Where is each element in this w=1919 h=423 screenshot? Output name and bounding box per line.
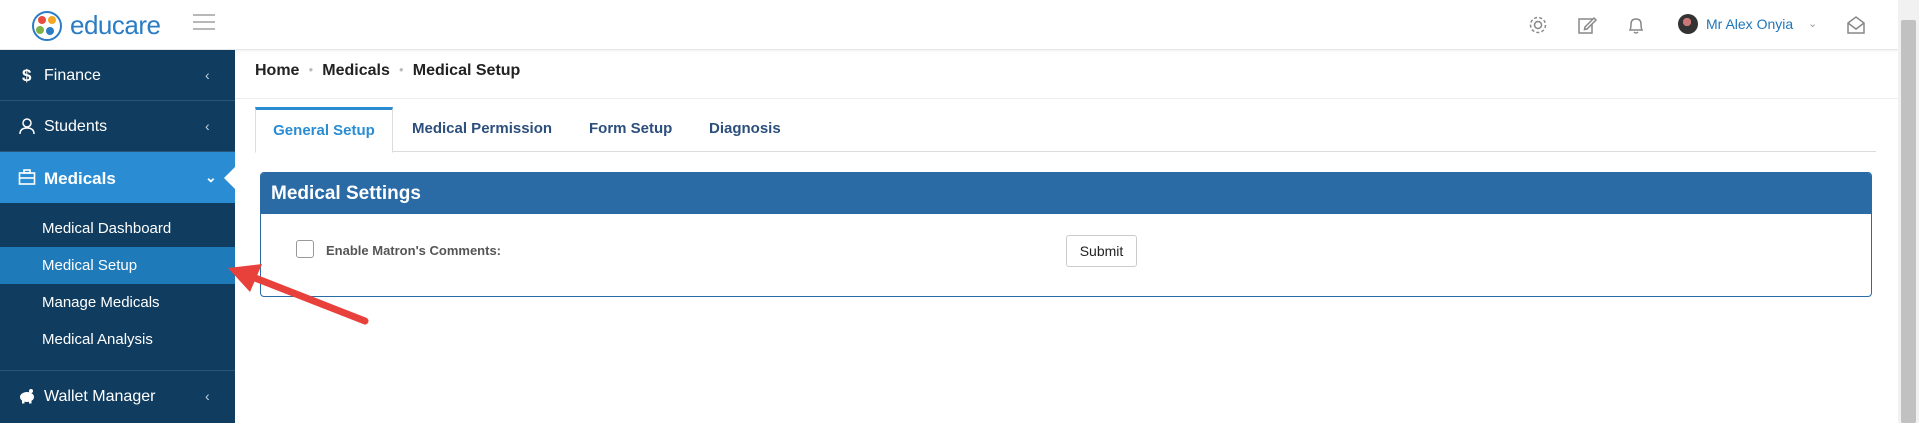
sidebar-item-label: Finance [44, 67, 101, 84]
breadcrumb-separator-icon: ● [308, 65, 314, 74]
edit-icon[interactable] [1576, 14, 1598, 36]
breadcrumb-home[interactable]: Home [255, 62, 299, 79]
sidebar-item-finance[interactable]: $ Finance ‹ [0, 50, 235, 101]
tab-form-setup[interactable]: Form Setup [589, 107, 672, 152]
briefcase-icon [18, 169, 36, 185]
sidebar-item-label: Students [44, 118, 108, 135]
top-header: educare Mr Alex Onyia ⌄ [0, 0, 1898, 50]
svg-text:$: $ [22, 66, 32, 84]
tab-diagnosis[interactable]: Diagnosis [709, 107, 781, 152]
chevron-left-icon: ‹ [205, 118, 210, 134]
breadcrumb-divider [235, 98, 1898, 99]
sidebar-subitem-medical-setup[interactable]: Medical Setup [0, 247, 235, 284]
page-scrollbar[interactable] [1898, 0, 1919, 423]
sidebar-item-medicals[interactable]: Medicals ⌄ [0, 152, 235, 203]
chevron-down-icon: ⌄ [205, 169, 217, 185]
piggy-bank-icon [20, 389, 34, 404]
tab-bar: General Setup Medical Permission Form Se… [255, 107, 1876, 153]
breadcrumb: Home ● Medicals ● Medical Setup [255, 62, 520, 80]
sidebar-subitem-medical-dashboard[interactable]: Medical Dashboard [0, 210, 235, 247]
chevron-down-icon[interactable]: ⌄ [1808, 17, 1817, 30]
panel-header: Medical Settings [261, 173, 1871, 214]
avatar[interactable] [1678, 14, 1698, 34]
sidebar-item-students[interactable]: Students ‹ [0, 101, 235, 152]
sidebar-subitem-manage-medicals[interactable]: Manage Medicals [0, 284, 235, 321]
enable-matron-comments-label: Enable Matron's Comments: [326, 243, 502, 258]
breadcrumb-medicals[interactable]: Medicals [322, 62, 390, 79]
sidebar: $ Finance ‹ Students ‹ Medicals ⌄ Medica… [0, 50, 235, 423]
menu-toggle-icon[interactable] [193, 14, 215, 34]
bell-icon[interactable] [1625, 14, 1647, 36]
sidebar-item-label: Wallet Manager [44, 388, 156, 405]
scrollbar-thumb[interactable] [1901, 20, 1916, 423]
dollar-icon: $ [22, 66, 32, 84]
sidebar-subitem-label: Manage Medicals [42, 294, 160, 311]
chevron-left-icon: ‹ [205, 67, 210, 83]
sidebar-item-label: Medicals [44, 169, 116, 188]
sidebar-item-wallet-manager[interactable]: Wallet Manager ‹ [0, 371, 235, 422]
breadcrumb-current: Medical Setup [412, 62, 521, 79]
brand-name[interactable]: educare [70, 10, 161, 41]
sidebar-subitem-medical-analysis[interactable]: Medical Analysis [0, 321, 235, 358]
tab-general-setup[interactable]: General Setup [255, 107, 393, 153]
sidebar-subitem-label: Medical Setup [42, 257, 138, 274]
panel-title: Medical Settings [271, 183, 421, 204]
enable-matron-comments-checkbox[interactable] [296, 240, 314, 258]
tab-medical-permission[interactable]: Medical Permission [412, 107, 552, 152]
gear-icon[interactable] [1527, 14, 1549, 36]
chevron-left-icon: ‹ [205, 388, 210, 404]
medical-settings-panel: Medical Settings Enable Matron's Comment… [260, 172, 1872, 297]
breadcrumb-separator-icon: ● [398, 65, 404, 74]
educare-logo-icon[interactable] [30, 10, 64, 42]
sidebar-subitem-label: Medical Dashboard [42, 220, 172, 237]
annotation-arrow-icon [228, 264, 369, 325]
sidebar-subitem-label: Medical Analysis [42, 331, 153, 348]
user-icon [19, 118, 35, 135]
mail-open-icon[interactable] [1845, 14, 1867, 36]
user-name[interactable]: Mr Alex Onyia [1706, 16, 1793, 32]
submit-button[interactable]: Submit [1066, 235, 1137, 267]
